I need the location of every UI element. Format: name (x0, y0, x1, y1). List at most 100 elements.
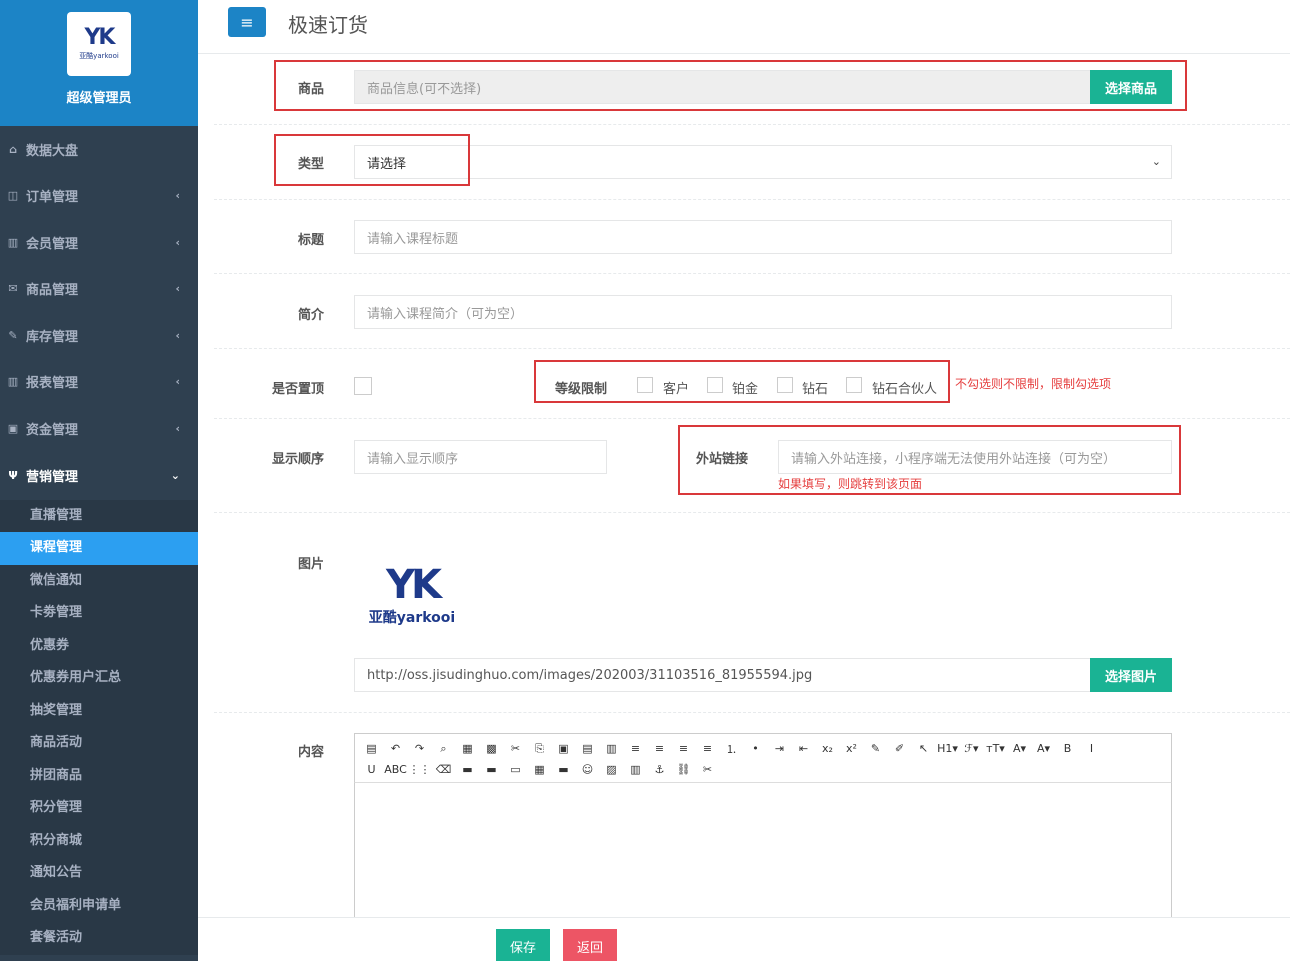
toolbar-button-icon[interactable]: ⚓ (649, 760, 670, 780)
toolbar-button-icon[interactable]: x₂ (817, 739, 838, 759)
sidebar-subitem-coupons[interactable]: 优惠券 (0, 630, 198, 663)
sidebar-item-reports[interactable]: ▥ 报表管理 ‹ (0, 359, 198, 406)
sidebar: YK 亚酷yarkooi 超级管理员 ⌂ 数据大盘 ◫ 订单管理 ‹ ▥ 会员管理 ‹ ✉… (0, 0, 198, 961)
image-url-input[interactable]: http://oss.jisudinghuo.com/images/202003… (354, 658, 1091, 692)
sidebar-subitem-notices[interactable]: 通知公告 (0, 857, 198, 890)
toolbar-button-icon[interactable]: ⎘ (529, 739, 550, 759)
home-icon: ⌂ (9, 142, 17, 156)
toolbar-button-icon[interactable]: ≡ (673, 739, 694, 759)
highlight-box (274, 134, 470, 186)
sidebar-subitem-points[interactable]: 积分管理 (0, 792, 198, 825)
chevron-left-icon: ‹ (175, 235, 180, 249)
save-button[interactable]: 保存 (496, 929, 550, 961)
menu-toggle-button[interactable]: ≡ (228, 7, 266, 37)
toolbar-button-icon[interactable]: ABC (384, 760, 407, 780)
toolbar-button-icon[interactable]: ▥ (601, 739, 622, 759)
toolbar-button-icon[interactable]: ↷ (409, 739, 430, 759)
sidebar-item-products[interactable]: ✉ 商品管理 ‹ (0, 266, 198, 313)
sidebar-subitem-coupon-users[interactable]: 优惠券用户汇总 (0, 662, 198, 695)
toolbar-row: U ABC ⋮⋮ ⌫ ▬ ▬ ▭ ▦ ▬ ☺ ▨ ▥ ⚓ ⛓ ✂ (361, 759, 1165, 780)
order-input[interactable]: 请输入显示顺序 (354, 440, 607, 474)
toolbar-button-icon[interactable]: ▩ (481, 739, 502, 759)
toolbar-button-icon[interactable]: I (1081, 739, 1102, 759)
toolbar-button-icon[interactable]: ▬ (553, 760, 574, 780)
toolbar-button-icon[interactable]: ⋮⋮ (409, 760, 431, 780)
sidebar-subitem-cards[interactable]: 卡劵管理 (0, 597, 198, 630)
order-label: 显示顺序 (272, 452, 325, 467)
intro-input[interactable]: 请输入课程简介（可为空） (354, 295, 1172, 329)
toolbar-button-icon[interactable]: x² (841, 739, 862, 759)
toolbar-row: ▤ ↶ ↷ ⌕ ▦ ▩ ✂ ⎘ ▣ ▤ ▥ ≡ ≡ ≡ ≡ ⒈ • ⇥ ⇤ x₂ x² ✎ ✐ ↖ H1▾ ℱ▾ тT▾ A▾ A▾ B I (361, 738, 1165, 759)
back-button[interactable]: 返回 (563, 929, 617, 961)
columns-icon: ◫ (7, 189, 19, 203)
sidebar-subitem-packages[interactable]: 套餐活动 (0, 922, 198, 955)
sidebar-subitem-points-mall[interactable]: 积分商城 (0, 825, 198, 858)
admin-name[interactable]: 超级管理员 (66, 87, 131, 106)
toolbar-button-icon[interactable]: B (1057, 739, 1078, 759)
toolbar-button-icon[interactable]: ▨ (601, 760, 622, 780)
toolbar-button-icon[interactable]: U (361, 760, 382, 780)
logo-mark: YK (84, 25, 116, 50)
sidebar-subitem-courses[interactable]: 课程管理 (0, 532, 198, 565)
sidebar-item-finance[interactable]: ▣ 资金管理 ‹ (0, 405, 198, 452)
sidebar-item-dashboard[interactable]: ⌂ 数据大盘 (0, 126, 198, 173)
sidebar-subitem-lottery[interactable]: 抽奖管理 (0, 695, 198, 728)
toolbar-button-icon[interactable]: ℱ▾ (961, 739, 982, 759)
toolbar-button-icon[interactable]: ⌕ (433, 739, 454, 759)
sidebar-item-label: 商品管理 (26, 283, 79, 299)
brand-logo[interactable]: YK 亚酷yarkooi (67, 12, 131, 76)
sidebar-item-members[interactable]: ▥ 会员管理 ‹ (0, 219, 198, 266)
toolbar-button-icon[interactable]: ⌫ (433, 760, 454, 780)
toolbar-button-icon[interactable]: ≡ (649, 739, 670, 759)
editor-content-area[interactable] (354, 783, 1172, 917)
sidebar-item-label: 数据大盘 (26, 143, 79, 159)
sidebar-subitem-welfare[interactable]: 会员福利申请单 (0, 890, 198, 923)
toolbar-button-icon[interactable]: ↶ (385, 739, 406, 759)
toolbar-button-icon[interactable]: ▬ (457, 760, 478, 780)
toolbar-button-icon[interactable]: ▤ (361, 739, 382, 759)
sidebar-item-inventory[interactable]: ✎ 库存管理 ‹ (0, 312, 198, 359)
sidebar-subitem-wechat[interactable]: 微信通知 (0, 565, 198, 598)
title-input[interactable]: 请输入课程标题 (354, 220, 1172, 254)
row-divider (214, 199, 1290, 200)
toolbar-button-icon[interactable]: ▤ (577, 739, 598, 759)
sidebar-subitem-group-buy[interactable]: 拼团商品 (0, 760, 198, 793)
toolbar-button-icon[interactable]: A▾ (1009, 739, 1030, 759)
chevron-left-icon: ‹ (175, 282, 180, 296)
toolbar-button-icon[interactable]: ✐ (889, 739, 910, 759)
sidebar-subitem-live[interactable]: 直播管理 (0, 500, 198, 533)
toolbar-button-icon[interactable]: ↖ (913, 739, 934, 759)
pin-checkbox[interactable] (354, 377, 372, 395)
toolbar-button-icon[interactable]: тT▾ (985, 739, 1006, 759)
select-image-button[interactable]: 选择图片 (1090, 658, 1172, 692)
toolbar-button-icon[interactable]: ✂ (505, 739, 526, 759)
bar-chart-icon: ▥ (7, 235, 19, 249)
toolbar-button-icon[interactable]: ⛓ (673, 760, 694, 780)
highlight-box (274, 60, 1187, 111)
toolbar-button-icon[interactable]: ⇤ (793, 739, 814, 759)
sidebar-item-marketing[interactable]: Ψ 营销管理 ⌄ (0, 452, 198, 500)
toolbar-button-icon[interactable]: A▾ (1033, 739, 1054, 759)
toolbar-button-icon[interactable]: ✎ (865, 739, 886, 759)
row-divider (214, 712, 1290, 713)
toolbar-button-icon[interactable]: ≡ (625, 739, 646, 759)
sidebar-subitem-product-activity[interactable]: 商品活动 (0, 727, 198, 760)
toolbar-button-icon[interactable]: • (745, 739, 766, 759)
toolbar-button-icon[interactable]: ☺ (577, 760, 598, 780)
sidebar-item-label: 资金管理 (26, 422, 79, 438)
toolbar-button-icon[interactable]: ⒈ (721, 739, 742, 759)
toolbar-button-icon[interactable]: ≡ (697, 739, 718, 759)
toolbar-button-icon[interactable]: ▦ (529, 760, 550, 780)
toolbar-button-icon[interactable]: ▦ (457, 739, 478, 759)
highlight-box (678, 425, 1181, 495)
toolbar-button-icon[interactable]: ⇥ (769, 739, 790, 759)
toolbar-button-icon[interactable]: ▭ (505, 760, 526, 780)
toolbar-button-icon[interactable]: ▣ (553, 739, 574, 759)
type-select[interactable]: 请选择 ⌄ (354, 145, 1172, 179)
toolbar-button-icon[interactable]: H1▾ (937, 739, 958, 759)
toolbar-button-icon[interactable]: ▥ (625, 760, 646, 780)
sidebar-item-orders[interactable]: ◫ 订单管理 ‹ (0, 173, 198, 220)
chevron-left-icon: ‹ (175, 375, 180, 389)
toolbar-button-icon[interactable]: ▬ (481, 760, 502, 780)
toolbar-button-icon[interactable]: ✂ (697, 760, 718, 780)
